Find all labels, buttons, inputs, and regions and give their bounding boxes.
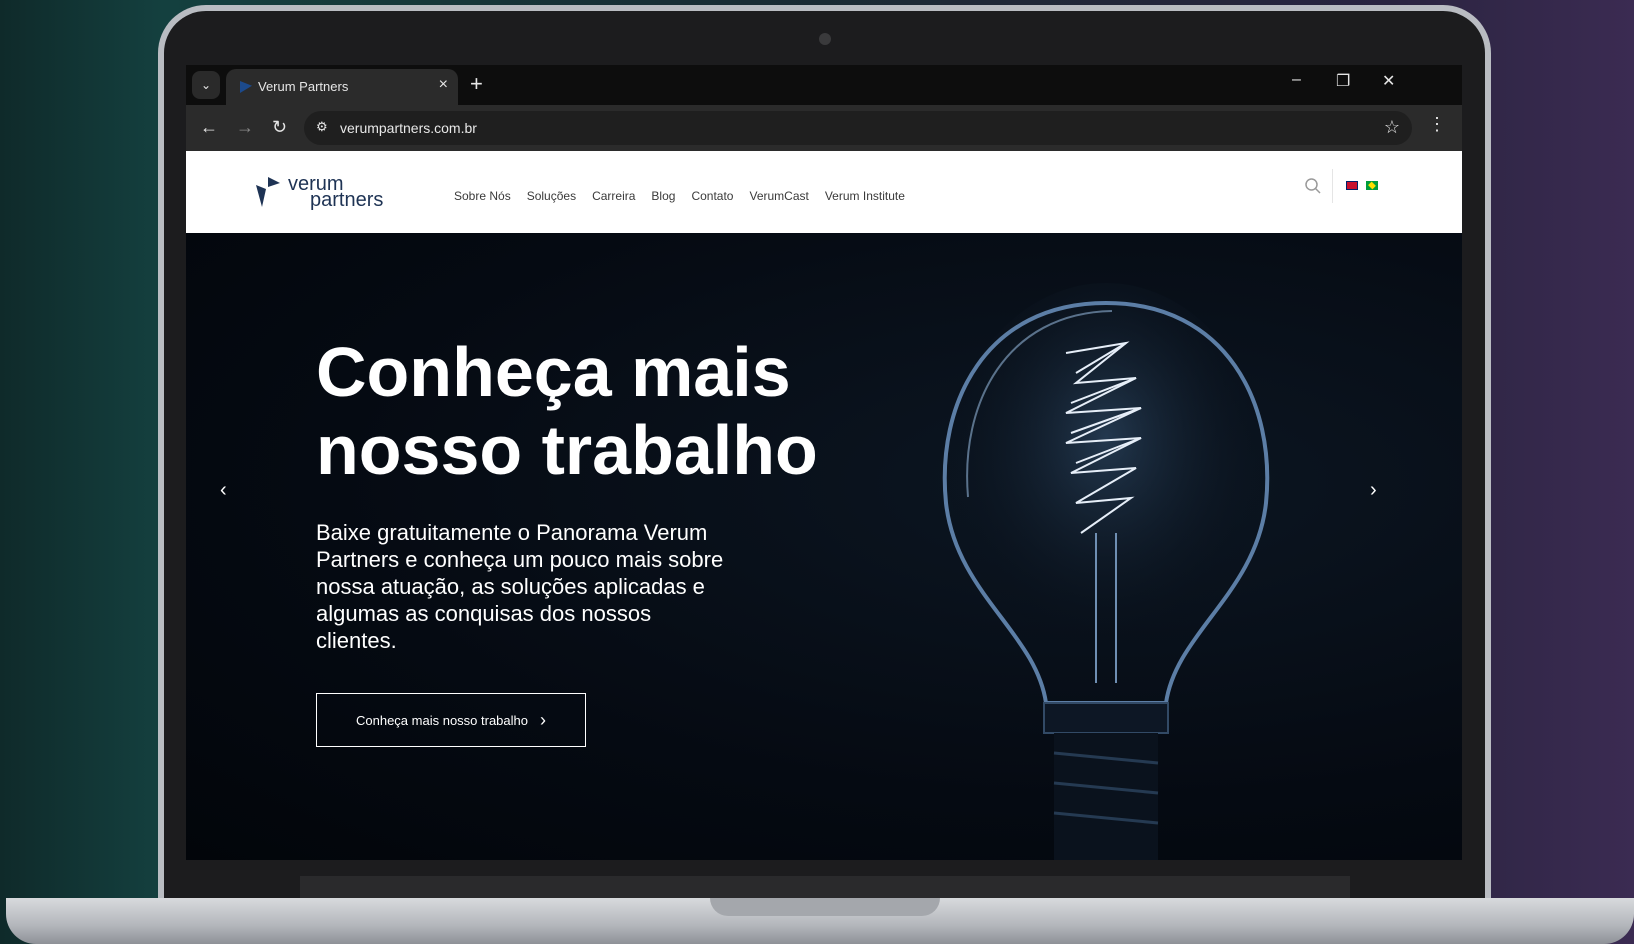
site-logo[interactable]: verum partners xyxy=(254,173,394,213)
bookmark-star-icon[interactable]: ☆ xyxy=(1384,117,1400,138)
hero-banner: ‹ › Conheça mais nosso trabalho Baixe gr… xyxy=(186,233,1462,860)
restore-icon[interactable]: ❐ xyxy=(1336,71,1350,91)
hero-title-line-1: Conheça mais xyxy=(316,333,791,411)
address-bar[interactable]: ⚙ verumpartners.com.br ☆ xyxy=(304,111,1412,145)
minimize-icon[interactable]: – xyxy=(1292,71,1301,89)
light-bulb-image xyxy=(936,283,1276,860)
hero-title-line-2: nosso trabalho xyxy=(316,411,818,489)
close-window-icon[interactable]: ✕ xyxy=(1382,71,1395,91)
browser-screen: ⌄ Verum Partners × + – ❐ ✕ ← → ↻ ⚙ verum… xyxy=(186,65,1462,860)
hero-title: Conheça mais nosso trabalho xyxy=(316,333,876,489)
browser-toolbar: ← → ↻ ⚙ verumpartners.com.br ☆ ⋮ xyxy=(186,105,1462,151)
browser-tab[interactable]: Verum Partners × xyxy=(226,69,458,105)
cta-button-label: Conheça mais nosso trabalho xyxy=(356,712,528,728)
nav-item-verumcast[interactable]: VerumCast xyxy=(749,189,808,203)
favicon-icon xyxy=(240,81,252,93)
main-nav: Sobre Nós Soluções Carreira Blog Contato… xyxy=(454,189,905,203)
logo-text-bottom: partners xyxy=(310,189,384,211)
header-divider xyxy=(1332,169,1333,203)
nav-item-verum-institute[interactable]: Verum Institute xyxy=(825,189,905,203)
url-text[interactable]: verumpartners.com.br xyxy=(340,120,477,136)
tab-bar: ⌄ Verum Partners × + – ❐ ✕ xyxy=(186,65,1462,105)
search-icon[interactable] xyxy=(1304,177,1322,195)
nav-item-solucoes[interactable]: Soluções xyxy=(527,189,576,203)
forward-icon[interactable]: → xyxy=(236,117,254,138)
carousel-prev-arrow[interactable]: ‹ xyxy=(220,479,227,502)
back-icon[interactable]: ← xyxy=(200,117,218,138)
laptop-notch xyxy=(710,898,940,916)
logo-mark-icon xyxy=(256,177,280,207)
laptop-hinge xyxy=(300,876,1350,898)
nav-item-carreira[interactable]: Carreira xyxy=(592,189,635,203)
site-header: verum partners Sobre Nós Soluções Carrei… xyxy=(186,151,1462,233)
reload-icon[interactable]: ↻ xyxy=(272,117,287,138)
close-tab-icon[interactable]: × xyxy=(439,76,448,94)
brazil-flag-icon[interactable] xyxy=(1366,181,1378,190)
hero-description: Baixe gratuitamente o Panorama Verum Par… xyxy=(316,520,724,653)
new-tab-button[interactable]: + xyxy=(470,71,483,97)
webcam xyxy=(819,33,831,45)
site-info-icon[interactable]: ⚙ xyxy=(316,119,328,135)
nav-item-blog[interactable]: Blog xyxy=(651,189,675,203)
web-page: verum partners Sobre Nós Soluções Carrei… xyxy=(186,151,1462,860)
chevron-right-icon: › xyxy=(540,709,546,730)
browser-menu-icon[interactable]: ⋮ xyxy=(1428,115,1446,133)
tab-search-icon[interactable]: ⌄ xyxy=(192,71,220,99)
nav-item-contato[interactable]: Contato xyxy=(691,189,733,203)
cta-button[interactable]: Conheça mais nosso trabalho › xyxy=(316,693,586,747)
nav-item-sobre-nos[interactable]: Sobre Nós xyxy=(454,189,511,203)
tab-title: Verum Partners xyxy=(258,79,349,94)
carousel-next-arrow[interactable]: › xyxy=(1370,479,1377,502)
english-flag-icon[interactable] xyxy=(1346,181,1358,190)
